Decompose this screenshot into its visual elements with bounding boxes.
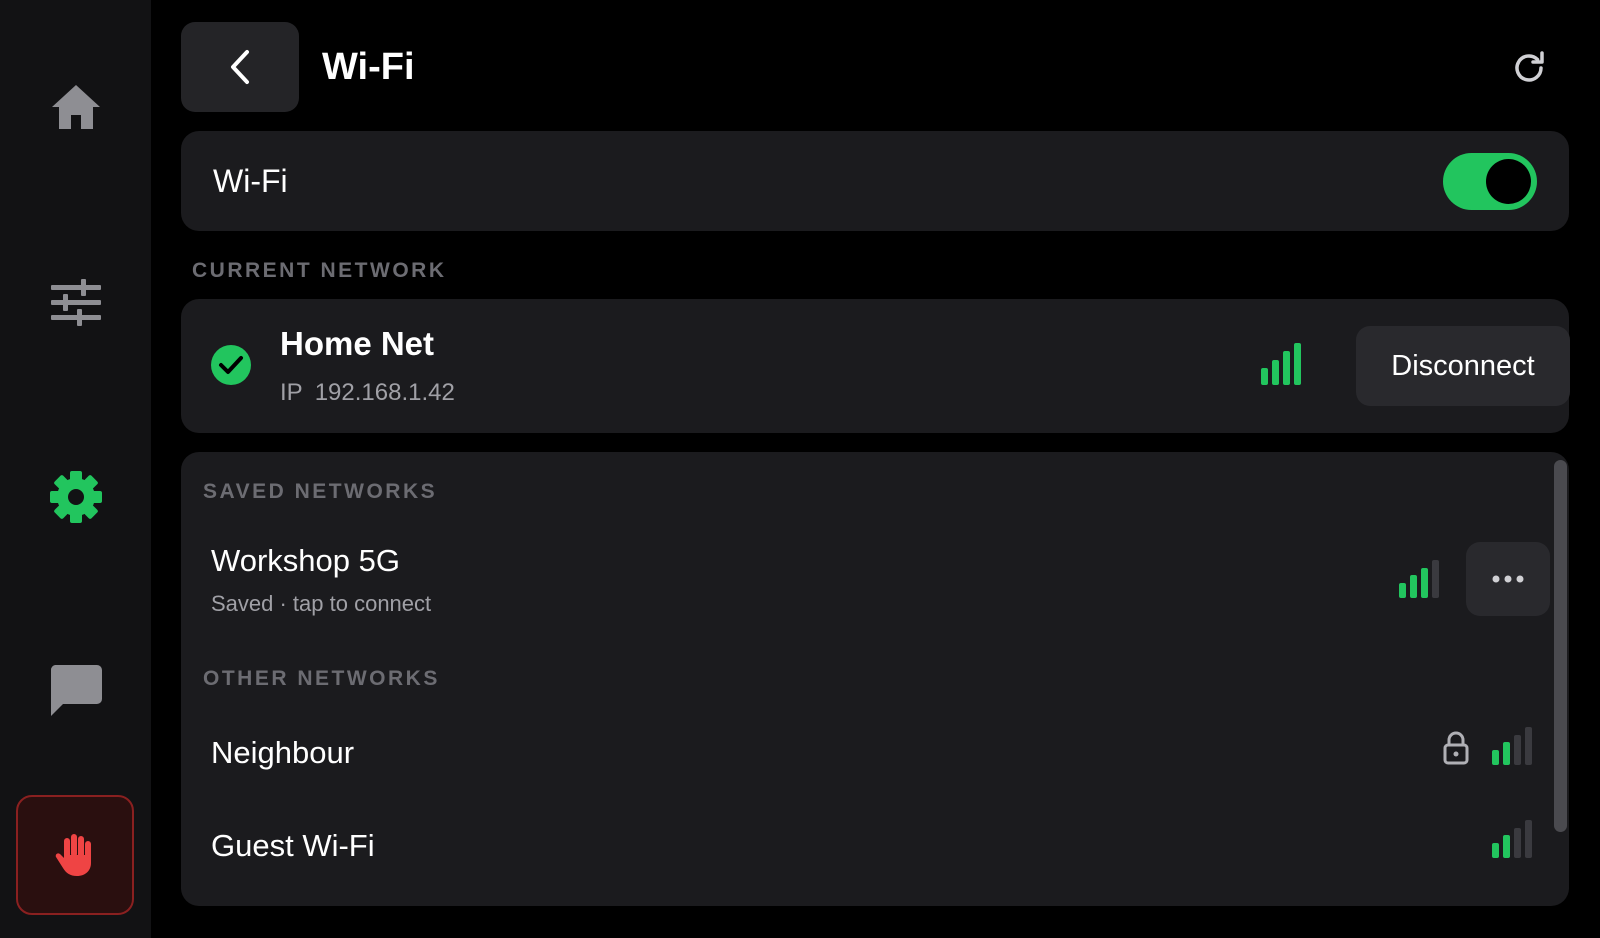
- current-network-heading: CURRENT NETWORK: [192, 259, 447, 282]
- signal-bar: [1503, 835, 1510, 858]
- signal-bar: [1421, 568, 1428, 598]
- check-circle-icon: [211, 345, 251, 385]
- signal-bar: [1283, 351, 1290, 385]
- emergency-stop-button[interactable]: [16, 795, 134, 915]
- refresh-icon: [1515, 51, 1544, 82]
- wifi-toggle-switch[interactable]: [1443, 153, 1537, 210]
- chat-icon: [50, 665, 102, 716]
- other-networks-heading: OTHER NETWORKS: [203, 667, 440, 690]
- signal-bar: [1410, 575, 1417, 598]
- network-name: Workshop 5G: [211, 543, 400, 578]
- network-row-neighbour[interactable]: Neighbour: [181, 707, 1546, 797]
- network-options-button[interactable]: [1466, 542, 1550, 616]
- sidebar-item-messages[interactable]: [0, 635, 151, 745]
- signal-strength-icon: [1399, 560, 1443, 598]
- network-row-guest-wifi[interactable]: Guest Wi-Fi: [181, 800, 1546, 890]
- current-network-ip: IP 192.168.1.42: [280, 378, 455, 408]
- signal-bar: [1503, 742, 1510, 765]
- signal-bar: [1492, 750, 1499, 765]
- scrollbar-thumb[interactable]: [1554, 460, 1567, 832]
- more-horizontal-icon: [1492, 575, 1524, 583]
- signal-bar: [1294, 343, 1301, 385]
- sliders-icon: [50, 279, 101, 326]
- network-name: Guest Wi-Fi: [211, 828, 375, 863]
- sidebar-item-settings[interactable]: [0, 442, 151, 552]
- network-name: Neighbour: [211, 735, 355, 770]
- signal-bar: [1525, 820, 1532, 858]
- signal-bar: [1432, 560, 1439, 598]
- sidebar-item-home[interactable]: [0, 52, 151, 162]
- page-title: Wi-Fi: [322, 46, 415, 88]
- signal-strength-icon: [1492, 820, 1536, 858]
- ip-address: 192.168.1.42: [314, 379, 455, 406]
- saved-network-row-workshop-5g[interactable]: Workshop 5G Saved · tap to connect: [181, 452, 1546, 632]
- refresh-button[interactable]: [1499, 38, 1559, 98]
- sidebar-item-adjustments[interactable]: [0, 248, 151, 358]
- signal-bar: [1514, 828, 1521, 858]
- signal-strength-icon: [1492, 727, 1536, 765]
- signal-bar: [1525, 727, 1532, 765]
- signal-strength-icon: [1261, 343, 1305, 385]
- signal-bar: [1272, 360, 1279, 385]
- wifi-toggle-card: Wi-Fi: [181, 131, 1569, 231]
- lock-icon: [1443, 731, 1469, 765]
- signal-bar: [1399, 583, 1406, 598]
- ip-label: IP: [280, 379, 303, 406]
- current-network-card: Home Net IP 192.168.1.42 Disconnect: [181, 299, 1570, 433]
- main-panel: Wi-Fi Wi-Fi CURRENT NETWORK Home Net IP 1…: [151, 0, 1600, 938]
- hand-stop-icon: [55, 834, 91, 876]
- signal-bar: [1261, 368, 1268, 385]
- current-network-name: Home Net: [280, 325, 435, 362]
- network-status: Saved · tap to connect: [211, 591, 432, 616]
- gear-icon: [49, 471, 102, 523]
- disconnect-button[interactable]: Disconnect: [1356, 326, 1570, 406]
- networks-list: SAVED NETWORKS Workshop 5G Saved · tap t…: [181, 452, 1569, 906]
- wifi-toggle-label: Wi-Fi: [213, 163, 288, 199]
- signal-bar: [1492, 843, 1499, 858]
- toggle-knob: [1486, 159, 1531, 204]
- sidebar: [0, 0, 151, 938]
- back-button[interactable]: [181, 22, 299, 112]
- signal-bar: [1514, 735, 1521, 765]
- home-icon: [51, 85, 100, 129]
- chevron-left-icon: [231, 50, 249, 84]
